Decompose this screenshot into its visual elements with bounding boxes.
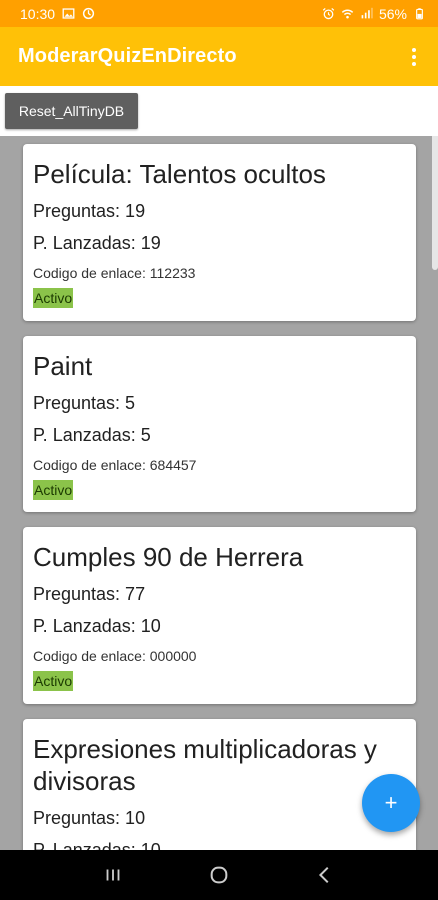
scrollbar[interactable] bbox=[432, 136, 438, 270]
quiz-title: Expresiones multiplicadoras y divisoras bbox=[33, 734, 377, 796]
battery-percent: 56% bbox=[378, 5, 407, 22]
system-nav-bar bbox=[0, 850, 438, 900]
signal-icon bbox=[360, 7, 373, 20]
recents-icon[interactable] bbox=[98, 860, 128, 890]
alarm-icon bbox=[322, 7, 335, 20]
quiz-codigo: Codigo de enlace: 112233 bbox=[33, 265, 196, 281]
quiz-card[interactable]: Película: Talentos ocultos Preguntas: 19… bbox=[23, 144, 416, 321]
status-badge: Activo bbox=[33, 288, 74, 308]
status-bar: 10:30 56% bbox=[0, 0, 438, 27]
status-badge: Activo bbox=[33, 671, 74, 691]
status-badge: Activo bbox=[33, 480, 74, 500]
home-icon[interactable] bbox=[204, 860, 234, 890]
battery-icon bbox=[413, 7, 426, 20]
toolbar-row: Reset_AllTinyDB bbox=[0, 86, 438, 136]
quiz-preguntas: Preguntas: 5 bbox=[33, 393, 136, 413]
quiz-card[interactable]: Expresiones multiplicadoras y divisoras … bbox=[23, 719, 416, 850]
app-title: ModerarQuizEnDirecto bbox=[18, 45, 237, 67]
sync-icon bbox=[82, 7, 95, 20]
quiz-codigo: Codigo de enlace: 000000 bbox=[33, 648, 197, 664]
quiz-list[interactable]: Película: Talentos ocultos Preguntas: 19… bbox=[0, 136, 438, 850]
quiz-title: Paint bbox=[33, 351, 93, 381]
quiz-lanzadas: P. Lanzadas: 10 bbox=[33, 616, 161, 636]
quiz-preguntas: Preguntas: 77 bbox=[33, 584, 146, 604]
quiz-preguntas: Preguntas: 10 bbox=[33, 808, 146, 828]
quiz-lanzadas: P. Lanzadas: 5 bbox=[33, 425, 151, 445]
quiz-card[interactable]: Paint Preguntas: 5 P. Lanzadas: 5 Codigo… bbox=[23, 336, 416, 512]
plus-icon: + bbox=[384, 790, 398, 815]
quiz-lanzadas: P. Lanzadas: 19 bbox=[33, 233, 161, 253]
image-icon bbox=[62, 7, 75, 20]
back-icon[interactable] bbox=[310, 860, 340, 890]
status-time: 10:30 bbox=[20, 5, 56, 22]
quiz-codigo: Codigo de enlace: 684457 bbox=[33, 457, 197, 473]
overflow-menu-icon[interactable] bbox=[404, 45, 424, 69]
quiz-card[interactable]: Cumples 90 de Herrera Preguntas: 77 P. L… bbox=[23, 527, 416, 704]
add-quiz-fab[interactable]: + bbox=[362, 774, 420, 832]
quiz-preguntas: Preguntas: 19 bbox=[33, 201, 146, 221]
quiz-title: Cumples 90 de Herrera bbox=[33, 542, 304, 572]
wifi-icon bbox=[341, 7, 354, 20]
reset-all-tinydb-button[interactable]: Reset_AllTinyDB bbox=[5, 93, 138, 129]
quiz-lanzadas: P. Lanzadas: 10 bbox=[33, 840, 161, 850]
quiz-title: Película: Talentos ocultos bbox=[33, 159, 326, 189]
app-bar: ModerarQuizEnDirecto bbox=[0, 27, 438, 86]
